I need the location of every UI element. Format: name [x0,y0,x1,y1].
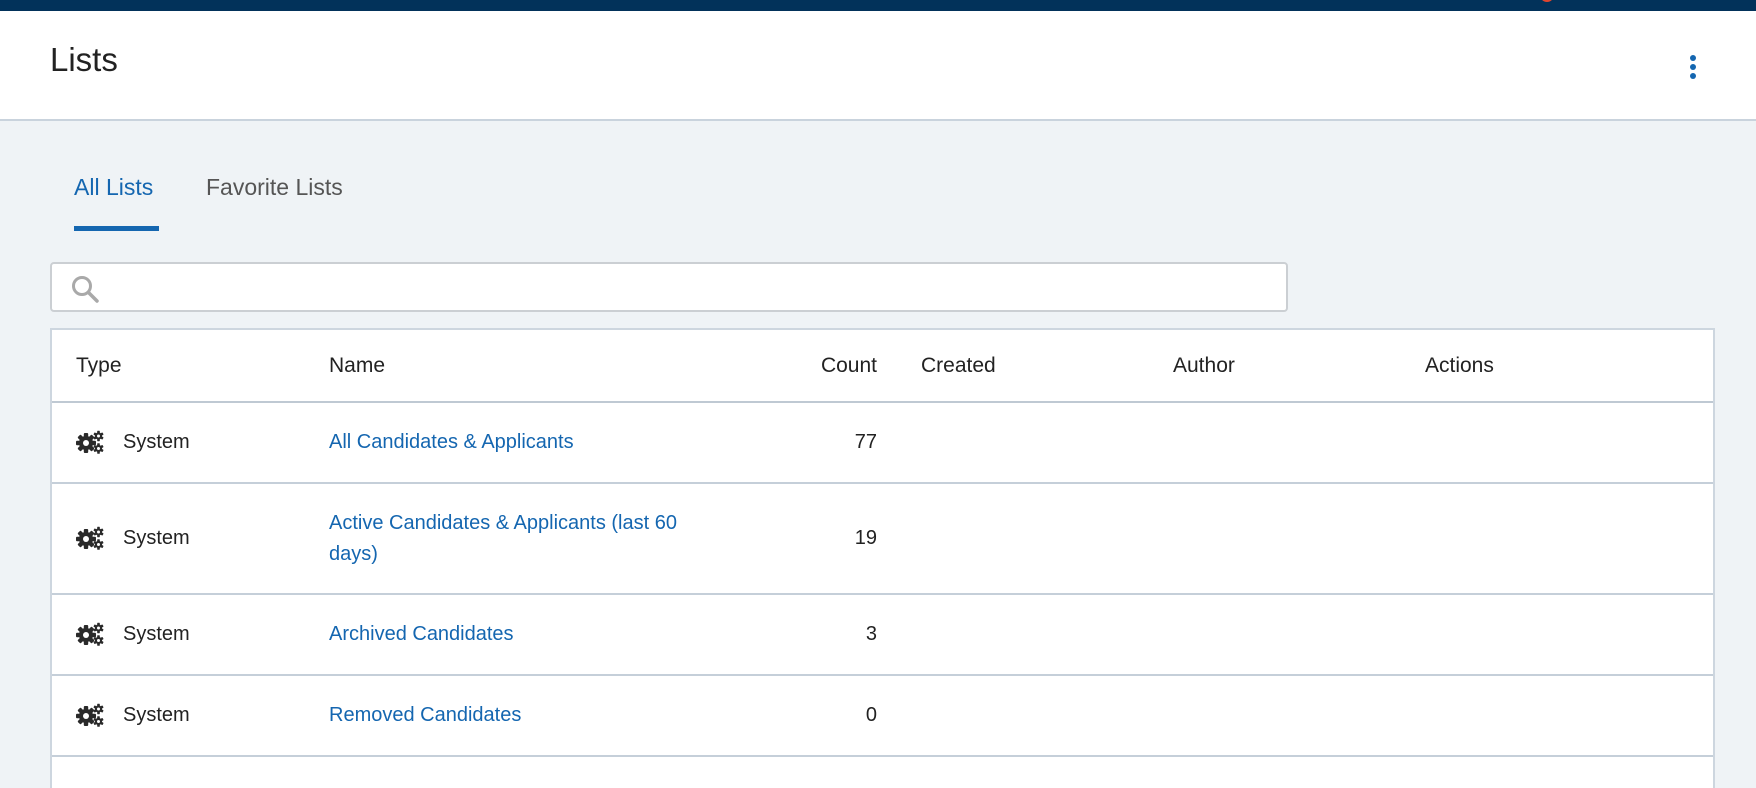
lists-table: Type Name Count Created Author Actions S… [50,328,1715,788]
row-count: 77 [854,431,877,453]
row-type: System [123,527,190,549]
list-name-link[interactable]: Archived Candidates [329,619,709,650]
row-count: 0 [865,704,877,726]
search-input[interactable] [50,262,1288,312]
list-name-link[interactable]: Active Candidates & Applicants (last 60 … [329,508,709,570]
column-header-created[interactable]: Created [921,354,996,378]
table-row: System All Candidates & Applicants 77 [52,403,1713,484]
table-row: System Active Candidates & Applicants (l… [52,484,1713,595]
top-bar [0,0,1756,11]
row-count: 19 [854,527,877,549]
gears-icon [76,703,104,727]
column-header-type[interactable]: Type [76,354,122,378]
gears-icon [76,526,104,550]
page-title: Lists [50,41,118,78]
page-header: Lists [0,11,1756,121]
row-type: System [123,623,190,645]
tab-all-lists[interactable]: All Lists [74,174,153,201]
notification-indicator[interactable] [1540,0,1554,2]
table-row: System Archived Candidates 3 [52,595,1713,676]
row-type: System [123,431,190,453]
row-type: System [123,704,190,726]
more-options-icon[interactable] [1686,55,1700,89]
list-name-link[interactable]: Removed Candidates [329,700,709,731]
gears-icon [76,430,104,454]
active-tab-indicator [74,226,159,231]
gears-icon [76,622,104,646]
table-row: System Removed Candidates 0 [52,676,1713,757]
search-icon [72,276,99,303]
column-header-actions: Actions [1425,354,1494,377]
table-header: Type Name Count Created Author Actions [52,330,1713,403]
list-name-link[interactable]: All Candidates & Applicants [329,427,709,458]
column-header-name[interactable]: Name [329,354,385,378]
tab-favorite-lists[interactable]: Favorite Lists [206,174,343,201]
column-header-count[interactable]: Count [821,354,877,378]
column-header-author[interactable]: Author [1173,354,1235,378]
row-count: 3 [865,623,877,645]
